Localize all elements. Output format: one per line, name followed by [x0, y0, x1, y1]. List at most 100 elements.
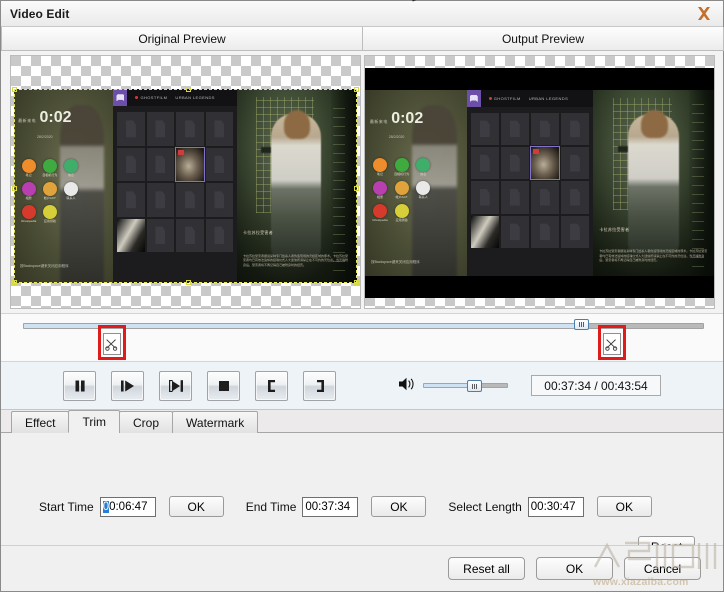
- gallery-grid: [470, 112, 590, 248]
- start-time-input[interactable]: 0 0:06:47: [99, 496, 156, 517]
- tab-effect[interactable]: Effect: [11, 411, 70, 433]
- start-time-label: Start Time: [39, 499, 94, 514]
- tab-crop[interactable]: Crop: [119, 411, 174, 433]
- ghost-badge-icon: [113, 89, 128, 107]
- app-label: 联系人: [418, 194, 428, 199]
- play-step-button[interactable]: [111, 370, 144, 401]
- mark-in-button[interactable]: [255, 370, 288, 401]
- gallery-cell: [500, 215, 529, 248]
- scissors-icon: [105, 338, 118, 351]
- phone-app: 自相机行为: [394, 157, 410, 176]
- original-preview-pane: 最新来电 0:02 28/2/2020 笔记 自相机行为 信息 相册 帐户ACT…: [10, 55, 361, 309]
- gallery-cell: [117, 147, 145, 182]
- app-icon: [64, 158, 79, 173]
- phone-app: 相册: [21, 181, 36, 200]
- app-icon: [21, 158, 36, 173]
- cancel-button[interactable]: Cancel: [624, 557, 701, 580]
- scene-phone-clock: 最新来电 0:02 28/2/2020: [365, 110, 428, 142]
- app-label: 相册: [25, 195, 32, 200]
- phone-app: 笔记: [372, 157, 388, 176]
- edit-tab-strip: Effect Trim Crop Watermark: [1, 409, 723, 433]
- trim-end-scissor-button[interactable]: [602, 333, 621, 355]
- dialog-footer: Reset all OK Cancel www.xiazaiba.com: [1, 541, 723, 591]
- phone-app: 联系人: [415, 180, 431, 199]
- app-label: 帐户ACT: [395, 194, 408, 199]
- end-time-ok-label: OK: [390, 499, 408, 514]
- app-label: 应用测验: [43, 218, 56, 223]
- end-time-ok-button[interactable]: OK: [371, 496, 427, 517]
- scene-photo-panel: 卡拉苏拉受害者 卡拉苏拉受害者据说某种专门给杀人者伪造现场的灵媒区域的邪术。卡拉…: [593, 90, 714, 278]
- app-icon: [42, 158, 57, 173]
- gallery-cell-selected: [529, 145, 561, 181]
- tab-watermark[interactable]: Watermark: [172, 411, 259, 433]
- app-label: 笔记: [25, 172, 32, 177]
- phone-clock-time: 0:02: [39, 109, 72, 127]
- ok-button[interactable]: OK: [536, 557, 613, 580]
- ok-label: OK: [565, 561, 584, 576]
- phone-footer-hint: 按Backspace键来关闭应用程序: [371, 259, 420, 264]
- phone-app: Ghostpedia: [372, 203, 388, 222]
- volume-handle[interactable]: [466, 380, 482, 392]
- app-label: 笔记: [376, 171, 383, 176]
- volume-control: [398, 376, 508, 395]
- gallery-topbar: GHOSTFILM URBAN LEGENDS: [466, 90, 594, 107]
- gallery-cell: [205, 147, 234, 182]
- tab-output-preview[interactable]: Output Preview: [362, 27, 724, 51]
- scene-caption-title: 卡拉苏拉受害者: [242, 230, 274, 236]
- phone-clock-caption: 最新来电: [18, 118, 37, 124]
- scene-caption-body: 卡拉苏拉受害者据说某种专门给杀人者伪造现场的灵媒区域的邪术。卡拉苏拉受害者均已有…: [242, 253, 348, 267]
- scene-figure: [627, 110, 680, 254]
- video-edit-window: Video Edit Original Preview Output Previ…: [0, 0, 724, 592]
- stop-icon: [218, 380, 229, 391]
- scene-gallery-panel: GHOSTFILM URBAN LEGENDS: [113, 89, 237, 283]
- app-icon: [42, 181, 57, 196]
- tab-original-preview[interactable]: Original Preview: [1, 27, 363, 51]
- letterbox-top: [365, 68, 714, 90]
- volume-slider[interactable]: [423, 380, 508, 392]
- app-label: Ghostpedia: [372, 217, 388, 222]
- stop-button[interactable]: [207, 370, 240, 401]
- output-video-frame: 最新来电 0:02 28/2/2020 笔记 自相机行为 信息 相册 帐户ACT…: [365, 68, 714, 298]
- scene-caption-title: 卡拉苏拉受害者: [599, 226, 630, 232]
- gallery-cell: [205, 218, 234, 252]
- timeline-playhead[interactable]: [574, 319, 590, 330]
- speaker-icon[interactable]: [398, 376, 417, 395]
- gallery-cell-selected: [175, 146, 205, 183]
- start-time-ok-button[interactable]: OK: [168, 496, 224, 517]
- gallery-cell: [146, 147, 175, 182]
- tab-crop-label: Crop: [133, 415, 160, 430]
- end-time-input[interactable]: 00:37:34: [302, 496, 359, 517]
- preview-area: 最新来电 0:02 28/2/2020 笔记 自相机行为 信息 相册 帐户ACT…: [1, 0, 723, 313]
- next-frame-button[interactable]: [159, 370, 192, 401]
- tab-effect-label: Effect: [25, 415, 56, 430]
- trim-start-scissor-button[interactable]: [102, 333, 121, 355]
- gallery-tab-urban-legends: URBAN LEGENDS: [175, 95, 215, 101]
- output-video-scene: 最新来电 0:02 28/2/2020 笔记 自相机行为 信息 相册 帐户ACT…: [365, 90, 714, 278]
- mark-out-button[interactable]: [303, 370, 336, 401]
- phone-app: 信息: [63, 158, 79, 177]
- gallery-cell: [530, 112, 560, 145]
- close-button[interactable]: [689, 3, 719, 25]
- gallery-cell: [530, 181, 560, 214]
- gallery-cell: [176, 183, 204, 217]
- end-time-label: End Time: [245, 499, 297, 514]
- timeline-progress: [24, 324, 581, 328]
- app-label: 信息: [420, 171, 427, 176]
- tab-trim[interactable]: Trim: [68, 410, 121, 433]
- select-length-input[interactable]: 00:30:47: [527, 496, 584, 517]
- bracket-left-icon: [267, 379, 275, 392]
- app-label: 联系人: [66, 195, 76, 200]
- app-icon: [21, 204, 36, 219]
- select-length-label: Select Length: [448, 499, 522, 514]
- reset-all-button[interactable]: Reset all: [448, 557, 525, 580]
- phone-footer-hint: 按Backspace键来关闭应用程序: [19, 264, 69, 269]
- pause-button[interactable]: [63, 370, 96, 401]
- scene-phone-panel: 最新来电 0:02 28/2/2020 笔记 自相机行为 信息 相册 帐户ACT…: [365, 90, 467, 278]
- phone-app: 自相机行为: [42, 158, 57, 177]
- app-icon: [21, 181, 36, 196]
- timeline-track[interactable]: [23, 323, 704, 329]
- select-length-ok-button[interactable]: OK: [596, 496, 652, 517]
- gallery-tab-ghostfilm-label: GHOSTFILM: [140, 95, 168, 101]
- gallery-cell: [117, 218, 145, 252]
- gallery-cell: [561, 215, 590, 248]
